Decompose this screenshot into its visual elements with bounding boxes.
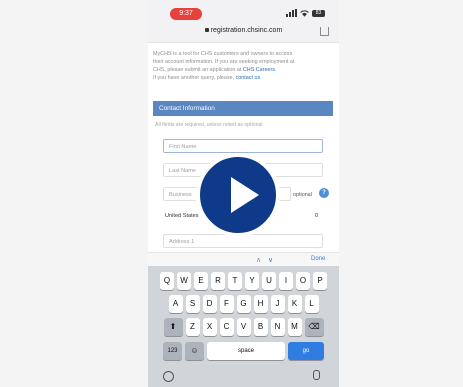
key-k[interactable]: K bbox=[287, 295, 302, 313]
intro-line-3: CHS, please submit an application at CHS… bbox=[153, 67, 277, 73]
key-x[interactable]: X bbox=[202, 318, 217, 336]
key-r[interactable]: R bbox=[211, 272, 225, 290]
right-letterbox bbox=[339, 0, 463, 387]
backspace-key[interactable]: ⌫ bbox=[304, 318, 324, 336]
status-time: 9:37 bbox=[170, 8, 202, 20]
key-j[interactable]: J bbox=[270, 295, 285, 313]
browser-url-bar[interactable]: registration.chsinc.com bbox=[148, 22, 339, 43]
key-s[interactable]: S bbox=[185, 295, 200, 313]
intro-line-4-text: If you have another query, please, bbox=[153, 75, 236, 81]
key-m[interactable]: M bbox=[287, 318, 302, 336]
optional-label: optional bbox=[293, 192, 312, 198]
intro-line-3-text: CHS, please submit an application at bbox=[153, 67, 243, 73]
key-l[interactable]: L bbox=[304, 295, 319, 313]
chs-careers-link[interactable]: CHS Careers bbox=[243, 67, 275, 73]
previous-field-icon[interactable]: ∧ bbox=[256, 256, 261, 264]
left-letterbox bbox=[0, 0, 148, 387]
contact-us-link[interactable]: contact us bbox=[236, 75, 261, 81]
numbers-key[interactable]: 123 bbox=[163, 342, 182, 360]
keyboard-row-2: ASDFGHJKL bbox=[148, 295, 339, 313]
key-i[interactable]: I bbox=[279, 272, 293, 290]
key-v[interactable]: V bbox=[236, 318, 251, 336]
status-bar: 9:37 83 bbox=[148, 0, 339, 22]
key-u[interactable]: U bbox=[262, 272, 276, 290]
keyboard-row-1: QWERTYUIOP bbox=[148, 272, 339, 290]
key-d[interactable]: D bbox=[202, 295, 217, 313]
key-t[interactable]: T bbox=[228, 272, 242, 290]
microphone-icon[interactable] bbox=[313, 370, 320, 380]
intro-text: MyCHS is a tool for CHS customers and ow… bbox=[153, 50, 334, 82]
space-key[interactable]: space bbox=[207, 342, 285, 360]
signal-icon bbox=[286, 9, 297, 17]
status-icons: 83 bbox=[286, 9, 325, 17]
wifi-icon bbox=[300, 9, 309, 17]
key-p[interactable]: P bbox=[313, 272, 327, 290]
key-e[interactable]: E bbox=[194, 272, 208, 290]
zip-field[interactable]: 0 bbox=[315, 213, 318, 219]
key-b[interactable]: B bbox=[253, 318, 268, 336]
keyboard-accessory-bar: ∧ ∨ Done bbox=[148, 252, 339, 267]
keyboard-row-4: 123 ☺ space go bbox=[148, 342, 339, 360]
lock-icon bbox=[204, 28, 209, 33]
keyboard-row-3: ⬆ Z X C V B N M ⌫ bbox=[148, 318, 339, 336]
battery-icon: 83 bbox=[312, 9, 325, 17]
share-icon[interactable] bbox=[320, 27, 329, 36]
key-y[interactable]: Y bbox=[245, 272, 259, 290]
shift-key[interactable]: ⬆ bbox=[163, 318, 183, 336]
key-w[interactable]: W bbox=[177, 272, 191, 290]
keyboard-bottom-bar bbox=[148, 366, 339, 387]
intro-line-4: If you have another query, please, conta… bbox=[153, 75, 262, 81]
emoji-key[interactable]: ☺ bbox=[185, 342, 204, 360]
key-c[interactable]: C bbox=[219, 318, 234, 336]
key-n[interactable]: N bbox=[270, 318, 285, 336]
key-q[interactable]: Q bbox=[160, 272, 174, 290]
done-button[interactable]: Done bbox=[311, 256, 325, 262]
globe-icon[interactable] bbox=[163, 371, 174, 382]
go-key[interactable]: go bbox=[288, 342, 324, 360]
key-z[interactable]: Z bbox=[185, 318, 200, 336]
video-play-button[interactable] bbox=[196, 153, 280, 237]
help-icon[interactable]: ? bbox=[319, 188, 329, 198]
key-f[interactable]: F bbox=[219, 295, 234, 313]
intro-line-2: their account information. If you are se… bbox=[153, 59, 295, 65]
intro-line-1: MyCHS is a tool for CHS customers and ow… bbox=[153, 51, 293, 57]
first-name-field[interactable]: First Name bbox=[163, 139, 323, 153]
play-icon bbox=[231, 177, 259, 213]
url-text: registration.chsinc.com bbox=[210, 27, 283, 34]
contact-information-header: Contact Information bbox=[153, 101, 333, 116]
key-o[interactable]: O bbox=[296, 272, 310, 290]
url-display[interactable]: registration.chsinc.com bbox=[148, 27, 339, 34]
key-h[interactable]: H bbox=[253, 295, 268, 313]
key-g[interactable]: G bbox=[236, 295, 251, 313]
next-field-icon[interactable]: ∨ bbox=[268, 256, 273, 264]
country-select[interactable]: United States bbox=[165, 213, 199, 219]
key-a[interactable]: A bbox=[168, 295, 183, 313]
required-fields-note: All fields are required, unless noted as… bbox=[155, 122, 263, 128]
